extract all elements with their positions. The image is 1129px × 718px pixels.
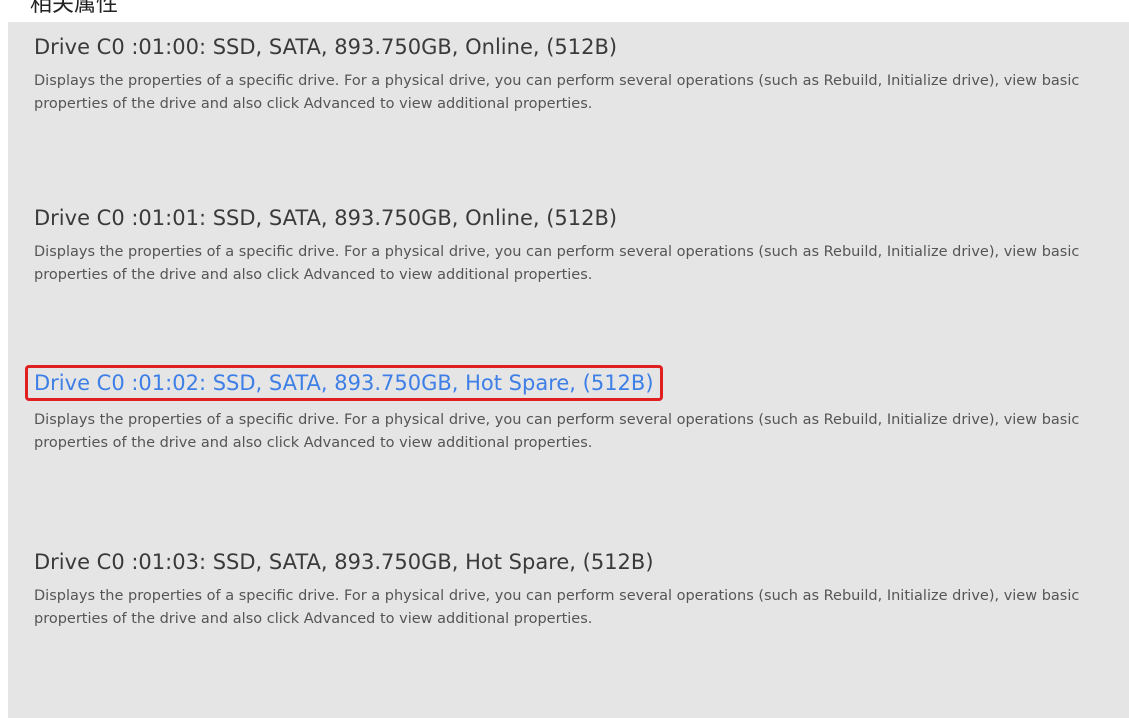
drive-description: Displays the properties of a specific dr… [34,244,1080,283]
drive-link-01-00[interactable]: Drive C0 :01:00: SSD, SATA, 893.750GB, O… [34,32,617,62]
drive-link-01-01[interactable]: Drive C0 :01:01: SSD, SATA, 893.750GB, O… [34,203,617,233]
drive-description: Displays the properties of a specific dr… [34,73,1080,112]
drive-list-panel: Drive C0 :01:00: SSD, SATA, 893.750GB, O… [8,22,1129,718]
drive-item-01-00: Drive C0 :01:00: SSD, SATA, 893.750GB, O… [34,32,1114,116]
drive-item-01-03: Drive C0 :01:03: SSD, SATA, 893.750GB, H… [34,547,1114,631]
drive-item-01-01: Drive C0 :01:01: SSD, SATA, 893.750GB, O… [34,203,1114,287]
drive-item-01-02: Drive C0 :01:02: SSD, SATA, 893.750GB, H… [25,365,1114,455]
drive-description: Displays the properties of a specific dr… [34,412,1080,451]
top-caption-strip: 相关属性 [0,0,1129,22]
drive-link-01-03[interactable]: Drive C0 :01:03: SSD, SATA, 893.750GB, H… [34,547,654,577]
drive-description: Displays the properties of a specific dr… [34,588,1080,627]
drive-link-01-02-selected[interactable]: Drive C0 :01:02: SSD, SATA, 893.750GB, H… [25,365,663,401]
top-caption-text: 相关属性 [30,0,119,17]
